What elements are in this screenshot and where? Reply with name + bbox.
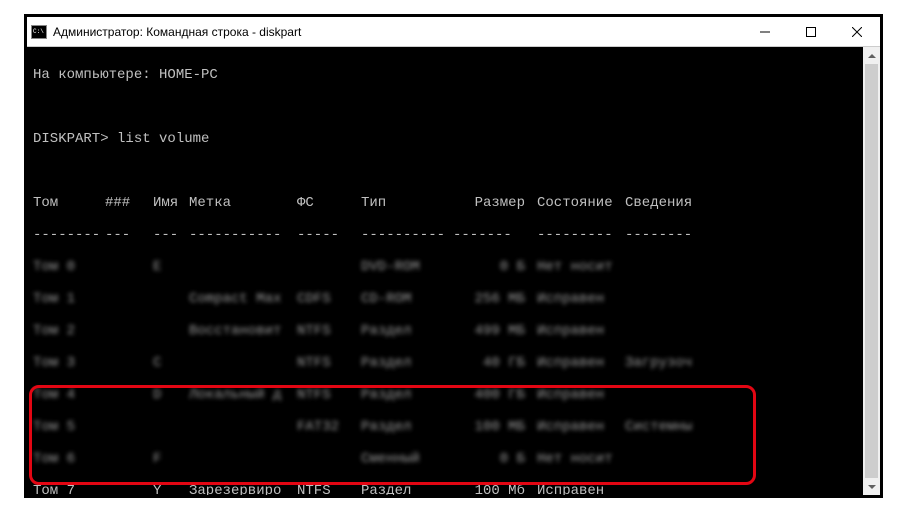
window-frame: Администратор: Командная строка - diskpa… xyxy=(24,14,883,498)
header-volume: Том xyxy=(33,195,105,211)
table-row: Том 3CNTFSРаздел40 ГБИсправенЗагрузоч xyxy=(33,355,874,371)
line-computer: На компьютере: HOME-PC xyxy=(33,67,874,83)
header-info: Сведения xyxy=(625,195,725,211)
header-ltr: Имя xyxy=(153,195,189,211)
blank-line xyxy=(33,163,874,179)
header-status: Состояние xyxy=(537,195,625,211)
table-row-selected: Том 7YЗарезервироNTFSРаздел100 МбИсправе… xyxy=(33,483,874,495)
maximize-icon xyxy=(806,27,816,37)
minimize-button[interactable] xyxy=(742,17,788,46)
chevron-up-icon xyxy=(868,54,876,58)
chevron-down-icon xyxy=(868,485,876,489)
table-row: Том 5FAT32Раздел100 МБИсправенСистемны xyxy=(33,419,874,435)
cmd-icon xyxy=(31,25,47,39)
table-header-row: Том###ИмяМеткаФСТипРазмерСостояниеСведен… xyxy=(33,195,874,211)
line-prompt1: DISKPART> list volume xyxy=(33,131,874,147)
table-divider: ----------------------------------------… xyxy=(33,227,874,243)
window-controls xyxy=(742,17,880,46)
window-title: Администратор: Командная строка - diskpa… xyxy=(53,25,742,39)
table-row: Том 4DЛокальный дNTFSРаздел400 ГБИсправе… xyxy=(33,387,874,403)
scroll-thumb[interactable] xyxy=(865,64,878,478)
titlebar[interactable]: Администратор: Командная строка - diskpa… xyxy=(27,17,880,47)
table-row: Том 6FСменный0 БНет носит xyxy=(33,451,874,467)
maximize-button[interactable] xyxy=(788,17,834,46)
minimize-icon xyxy=(760,27,770,37)
scroll-up-button[interactable] xyxy=(863,47,880,64)
header-num: ### xyxy=(105,195,153,211)
header-fs: ФС xyxy=(297,195,361,211)
blank-line xyxy=(33,99,874,115)
close-icon xyxy=(852,27,862,37)
close-button[interactable] xyxy=(834,17,880,46)
table-row: Том 2ВосстановитNTFSРаздел499 МБИсправен xyxy=(33,323,874,339)
vertical-scrollbar[interactable] xyxy=(863,47,880,495)
scroll-down-button[interactable] xyxy=(863,478,880,495)
table-row: Том 1Compact MaxCDFSCD-ROM256 МБИсправен xyxy=(33,291,874,307)
table-row: Том 0EDVD-ROM0 БНет носит xyxy=(33,259,874,275)
header-size: Размер xyxy=(453,195,537,211)
terminal-output[interactable]: На компьютере: HOME-PC DISKPART> list vo… xyxy=(27,47,880,495)
scroll-track[interactable] xyxy=(863,64,880,478)
header-type: Тип xyxy=(361,195,453,211)
header-label: Метка xyxy=(189,195,297,211)
